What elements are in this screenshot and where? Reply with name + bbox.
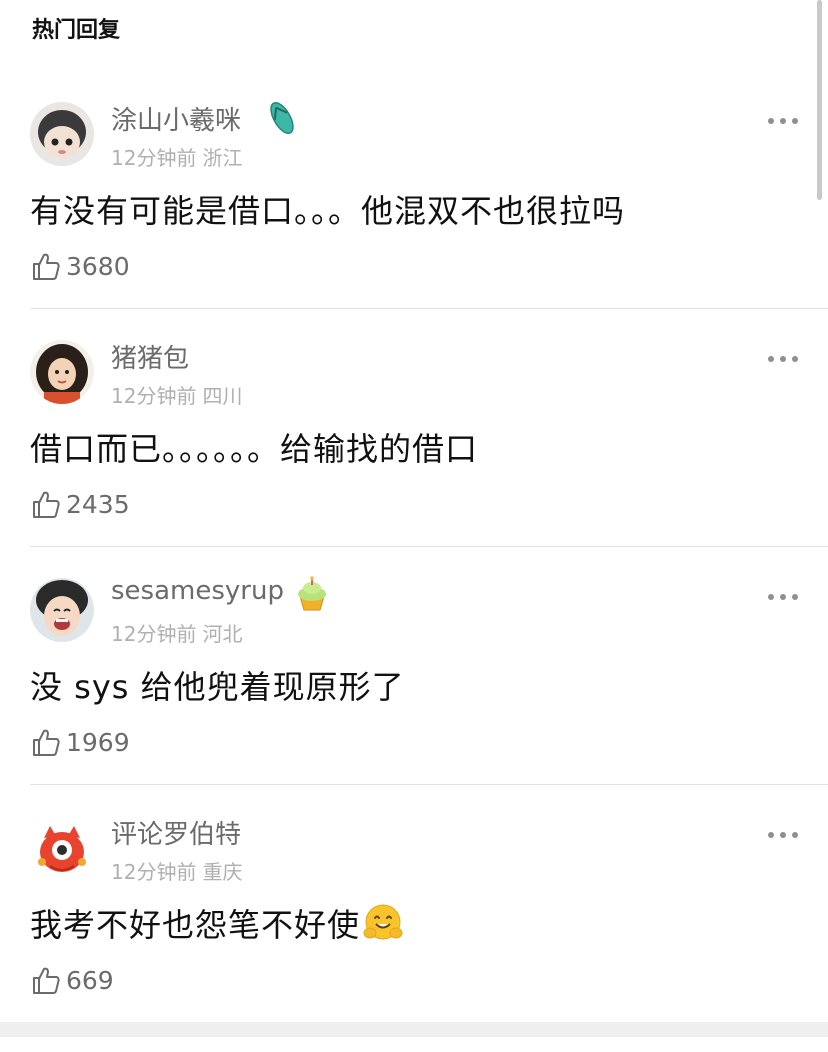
- divider: [30, 308, 828, 309]
- section-title: 热门回复: [32, 18, 121, 43]
- divider: [30, 784, 828, 785]
- like-count: 1969: [66, 727, 130, 757]
- more-options-button[interactable]: [768, 594, 798, 600]
- like-button[interactable]: 1969: [30, 724, 130, 760]
- comment-text: 我考不好也怨笔不好使: [30, 906, 361, 944]
- avatar[interactable]: [30, 340, 94, 404]
- comment-text: 没 sys 给他兜着现原形了: [30, 668, 405, 706]
- cupcake-icon: [292, 576, 332, 612]
- comment-meta: 12分钟前 河北: [111, 618, 242, 647]
- comment-text: 借口而已。。。。。。给输找的借口: [30, 430, 479, 468]
- comment-time: 12分钟前: [111, 622, 197, 646]
- section-separator: [0, 1022, 828, 1037]
- flip-flop-icon: [262, 100, 302, 136]
- comment-item: 评论罗伯特 12分钟前 重庆 我考不好也怨笔不好使 669: [0, 814, 828, 1052]
- like-button[interactable]: 2435: [30, 486, 130, 522]
- comment-time: 12分钟前: [111, 146, 197, 170]
- like-count: 2435: [66, 489, 130, 519]
- comment-time: 12分钟前: [111, 384, 197, 408]
- thumbs-up-icon: [33, 729, 60, 756]
- comment-text-row: 我考不好也怨笔不好使: [30, 900, 404, 946]
- more-options-button[interactable]: [768, 832, 798, 838]
- username[interactable]: 猪猪包: [111, 338, 189, 375]
- more-options-button[interactable]: [768, 356, 798, 362]
- username[interactable]: 涂山小羲咪: [111, 100, 241, 137]
- comment-location: 河北: [202, 622, 243, 646]
- like-button[interactable]: 3680: [30, 248, 130, 284]
- comment-meta: 12分钟前 浙江: [111, 142, 242, 171]
- like-count: 669: [66, 965, 114, 995]
- comment-text: 有没有可能是借口。。。他混双不也很拉吗: [30, 192, 626, 230]
- comment-meta: 12分钟前 四川: [111, 380, 242, 409]
- avatar[interactable]: [30, 578, 94, 642]
- comment-location: 四川: [202, 384, 243, 408]
- like-count: 3680: [66, 251, 130, 281]
- comment-location: 浙江: [202, 146, 243, 170]
- thumbs-up-icon: [33, 491, 60, 518]
- comment-item: sesamesyrup 12分钟前 河北 没 sys 给他兜着现原形了 1969: [0, 576, 828, 814]
- username[interactable]: sesamesyrup: [111, 576, 284, 606]
- comment-time: 12分钟前: [111, 860, 197, 884]
- avatar[interactable]: [30, 816, 94, 880]
- username[interactable]: 评论罗伯特: [111, 814, 241, 851]
- divider: [30, 546, 828, 547]
- more-options-button[interactable]: [768, 118, 798, 124]
- avatar[interactable]: [30, 102, 94, 166]
- comment-item: 猪猪包 12分钟前 四川 借口而已。。。。。。给输找的借口 2435: [0, 338, 828, 576]
- hugging-face-icon: [363, 904, 403, 940]
- comment-meta: 12分钟前 重庆: [111, 856, 242, 885]
- thumbs-up-icon: [33, 253, 60, 280]
- comment-location: 重庆: [202, 860, 243, 884]
- thumbs-up-icon: [33, 967, 60, 994]
- like-button[interactable]: 669: [30, 962, 114, 998]
- comment-item: 涂山小羲咪 12分钟前 浙江 有没有可能是借口。。。他混双不也很拉吗 3680: [0, 100, 828, 338]
